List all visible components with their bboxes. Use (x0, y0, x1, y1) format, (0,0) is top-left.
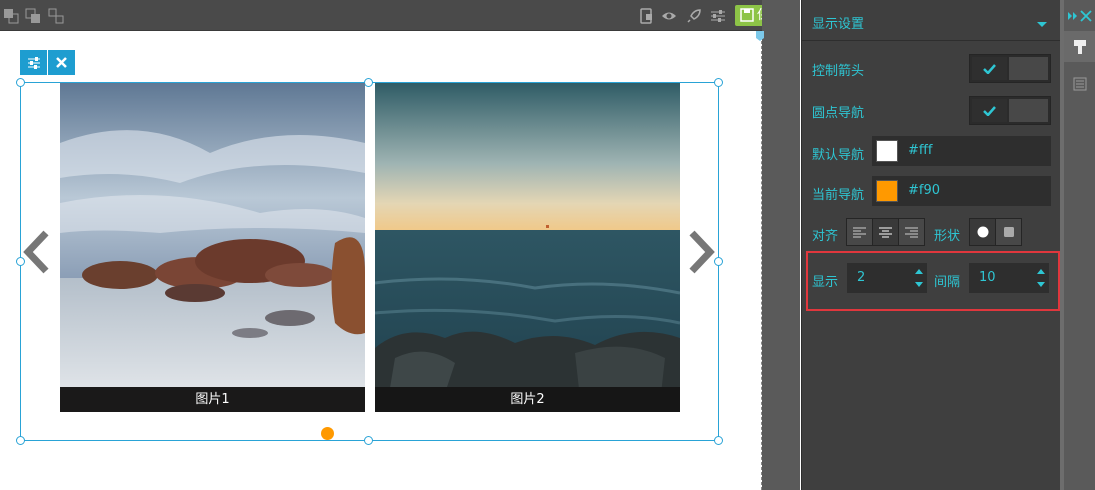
toggle-on (972, 99, 1007, 122)
component-toolbox (20, 50, 75, 75)
shape-circle-button[interactable] (970, 219, 995, 245)
chevron-down-icon[interactable] (1037, 22, 1047, 27)
nav-dot-active[interactable] (321, 427, 334, 440)
canvas-edge (761, 31, 762, 490)
mobile-preview-icon[interactable] (638, 8, 654, 24)
sliders-icon (27, 56, 40, 69)
arrows-toggle[interactable] (969, 54, 1051, 83)
beach-rocks-photo (60, 83, 365, 412)
style-tab[interactable] (1064, 31, 1095, 62)
sliders-icon[interactable] (710, 8, 726, 24)
rocket-icon[interactable] (686, 8, 702, 24)
check-icon (983, 63, 996, 74)
highlight-box (806, 251, 1060, 311)
expand-arrows-icon[interactable] (1067, 11, 1078, 21)
arrows-label: 控制箭头 (812, 64, 865, 79)
toggle-off (1009, 99, 1048, 122)
editor-window: 保存 (0, 0, 1095, 490)
shape-label: 形状 (934, 229, 961, 244)
resize-handle[interactable] (16, 436, 25, 445)
sidebar-top (1064, 0, 1095, 31)
layers-group-icon[interactable] (48, 8, 64, 24)
panel-title: 显示设置 (812, 17, 865, 32)
current-nav-value: #f90 (908, 183, 941, 198)
align-left-icon (853, 227, 866, 237)
resize-handle[interactable] (16, 78, 25, 87)
layers-front-icon[interactable] (3, 8, 19, 24)
align-left-button[interactable] (847, 219, 872, 245)
resize-handle[interactable] (714, 78, 723, 87)
resize-handle[interactable] (364, 436, 373, 445)
chevron-right-icon[interactable] (686, 230, 716, 274)
layers-tab[interactable] (1064, 68, 1095, 99)
align-right-button[interactable] (899, 219, 924, 245)
slide-image-2[interactable]: 图片2 (375, 83, 680, 412)
resize-handle[interactable] (364, 78, 373, 87)
panel-header[interactable]: 显示设置 (802, 0, 1061, 41)
remove-tool-button[interactable] (48, 50, 75, 75)
slide-caption: 图片2 (375, 387, 680, 412)
shape-button-group (969, 218, 1022, 246)
align-label: 对齐 (812, 229, 839, 244)
sea-horizon-photo (375, 83, 680, 412)
align-center-button[interactable] (873, 219, 898, 245)
paint-brush-icon (1073, 39, 1086, 54)
check-icon (983, 105, 996, 116)
align-button-group (846, 218, 925, 246)
current-nav-label: 当前导航 (812, 188, 865, 203)
close-icon[interactable] (1079, 9, 1092, 22)
color-swatch[interactable] (876, 180, 898, 202)
eye-icon[interactable] (661, 8, 677, 24)
default-nav-color-field[interactable]: #fff (872, 136, 1051, 166)
right-sidebar (1064, 0, 1095, 490)
settings-tool-button[interactable] (20, 50, 47, 75)
shape-square-button[interactable] (996, 219, 1021, 245)
top-toolbar: 保存 (0, 0, 795, 31)
dots-toggle[interactable] (969, 96, 1051, 125)
align-right-icon (905, 227, 918, 237)
default-nav-label: 默认导航 (812, 148, 865, 163)
toggle-on (972, 57, 1007, 80)
default-nav-value: #fff (908, 143, 933, 158)
resize-handle[interactable] (714, 436, 723, 445)
close-icon (56, 57, 67, 68)
settings-panel: 显示设置 控制箭头 圆点导航 默认导航 #fff 当前导航 #f90 对齐 形状… (801, 0, 1061, 490)
slide-caption: 图片1 (60, 387, 365, 412)
toggle-off (1009, 57, 1048, 80)
slide-image-1[interactable]: 图片1 (60, 83, 365, 412)
dots-label: 圆点导航 (812, 106, 865, 121)
current-nav-color-field[interactable]: #f90 (872, 176, 1051, 206)
layers-back-icon[interactable] (25, 8, 41, 24)
save-icon (740, 8, 754, 22)
align-center-icon (879, 227, 892, 237)
circle-icon (977, 226, 988, 238)
list-icon (1073, 77, 1086, 90)
canvas-gutter (762, 0, 800, 490)
chevron-left-icon[interactable] (22, 230, 52, 274)
color-swatch[interactable] (876, 140, 898, 162)
square-icon (1003, 227, 1014, 237)
